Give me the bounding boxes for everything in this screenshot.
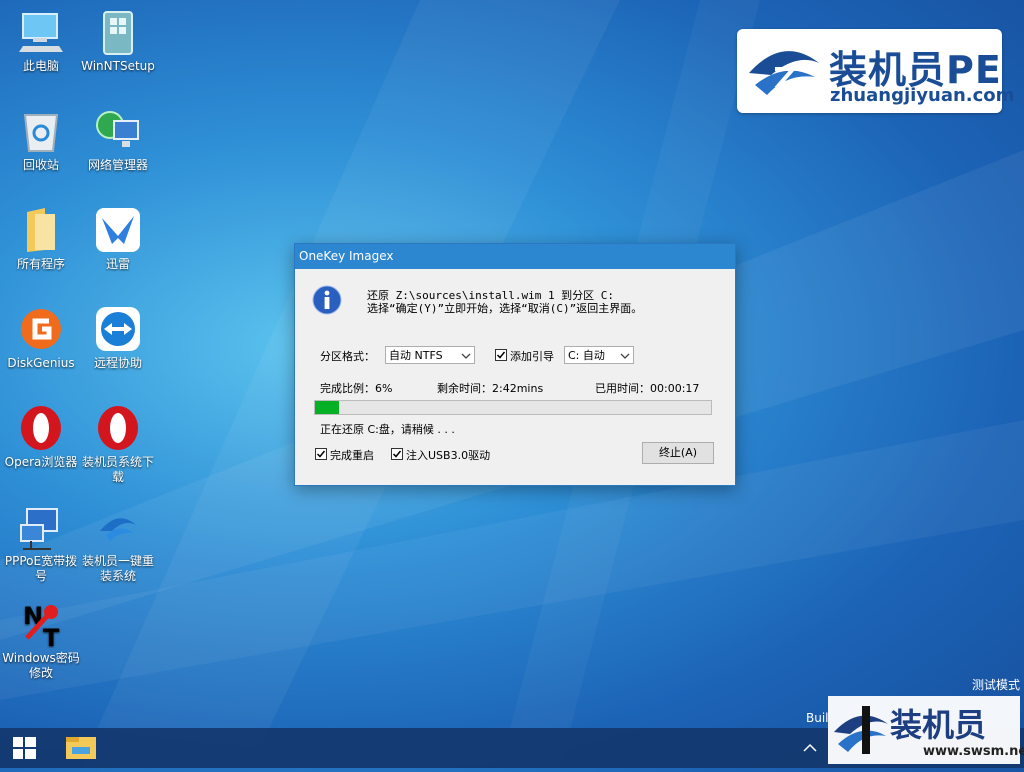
zhuangjiyuan-icon (100, 518, 136, 541)
desktop-icon-winntsetup[interactable]: WinNTSetup (79, 8, 157, 74)
partition-format-value: 自动 NTFS (389, 349, 443, 362)
partition-format-label: 分区格式： (320, 350, 375, 363)
test-mode-label: 测试模式 (971, 678, 1020, 692)
teamviewer-icon (96, 307, 140, 351)
desktop-icon-recycle-bin[interactable]: 回收站 (2, 107, 80, 173)
onekey-imagex-dialog: OneKey Imagex 还原 Z:\sources\install.wim … (294, 243, 736, 486)
progress-ratio: 完成比例：6% (320, 382, 393, 395)
dialog-message: 还原 Z:\sources\install.wim 1 到分区 C: 选择“确定… (367, 289, 642, 315)
desktop-icon-this-pc[interactable]: 此电脑 (2, 8, 80, 74)
add-boot-checkbox[interactable] (495, 349, 507, 361)
desktop-icon-all-programs[interactable]: 所有程序 (2, 206, 80, 272)
reboot-label: 完成重启 (330, 449, 374, 462)
file-explorer-icon (66, 737, 96, 759)
checkmark-icon (316, 450, 326, 458)
boot-target-select[interactable]: C: 自动 (564, 346, 634, 364)
desktop-icon-diskgenius[interactable]: DiskGenius (2, 305, 80, 371)
folder-icon (27, 208, 55, 252)
file-explorer-button[interactable] (58, 728, 104, 768)
dialog-titlebar[interactable]: OneKey Imagex (295, 244, 735, 269)
recycle-bin-icon (23, 114, 59, 152)
opera-icon (98, 406, 138, 450)
zhuangjiyuan-logo-icon (749, 51, 819, 95)
opera-icon (21, 406, 61, 450)
message-line-1: 还原 Z:\sources\install.wim 1 到分区 C: (367, 289, 615, 302)
svg-text:T: T (43, 624, 60, 648)
computer-icon (19, 13, 63, 52)
nt-password-icon: N T (23, 602, 60, 652)
desktop-icon-network-manager[interactable]: 网络管理器 (79, 107, 157, 173)
desktop-icon-opera[interactable]: Opera浏览器 (2, 404, 80, 470)
elapsed-time: 已用时间：00:00:17 (595, 382, 700, 395)
checkmark-icon (496, 351, 506, 359)
chevron-up-icon (803, 743, 817, 752)
info-icon (312, 285, 342, 315)
checkmark-icon (392, 450, 402, 458)
tray-expand-button[interactable] (800, 728, 820, 768)
windows-logo-icon (13, 737, 36, 759)
boot-target-value: C: 自动 (568, 349, 605, 362)
network-dialup-icon (20, 508, 58, 550)
logo-url: zhuangjiyuan.com (830, 85, 1015, 106)
stop-button[interactable]: 终止(A) (642, 442, 714, 464)
watermark-url: www.swsm.net (923, 744, 1024, 759)
desktop-icon-pppoe[interactable]: PPPoE宽带拨号 (2, 503, 80, 584)
restore-progress-bar (314, 400, 712, 415)
desktop-icon-windows-password[interactable]: N T Windows密码修改 (2, 600, 80, 681)
xunlei-icon (96, 208, 140, 252)
progress-fill (315, 401, 339, 414)
network-manager-icon (96, 111, 139, 147)
add-boot-label: 添加引导 (510, 350, 554, 363)
message-line-2: 选择“确定(Y)”立即开始，选择“取消(C)”返回主界面。 (367, 302, 643, 315)
usb3-checkbox[interactable] (391, 448, 403, 460)
desktop-icon-remote-assist[interactable]: 远程协助 (79, 305, 157, 371)
setup-icon (103, 11, 133, 55)
chevron-down-icon (620, 353, 630, 359)
zhuangjiyuan-logo: 装机员PE zhuangjiyuan.com (737, 29, 1014, 113)
diskgenius-icon (21, 309, 61, 349)
partition-format-select[interactable]: 自动 NTFS (385, 346, 475, 364)
watermark-text: 装机员 (890, 706, 987, 744)
status-text: 正在还原 C:盘，请稍候 . . . (320, 423, 455, 436)
watermark-logo-icon (834, 706, 888, 754)
build-label: Buil (806, 711, 829, 725)
watermark: 装机员 www.swsm.net (828, 696, 1024, 764)
chevron-down-icon (461, 353, 471, 359)
desktop-icon-zhuangjiyuan-download[interactable]: 装机员系统下载 (79, 404, 157, 485)
desktop-icon-xunlei[interactable]: 迅雷 (79, 206, 157, 272)
reboot-checkbox[interactable] (315, 448, 327, 460)
desktop-icon-zhuangjiyuan-reinstall[interactable]: 装机员一键重装系统 (79, 503, 157, 584)
usb3-label: 注入USB3.0驱动 (406, 449, 491, 462)
start-button[interactable] (0, 728, 48, 768)
remaining-time: 剩余时间：2:42mins (437, 382, 544, 395)
